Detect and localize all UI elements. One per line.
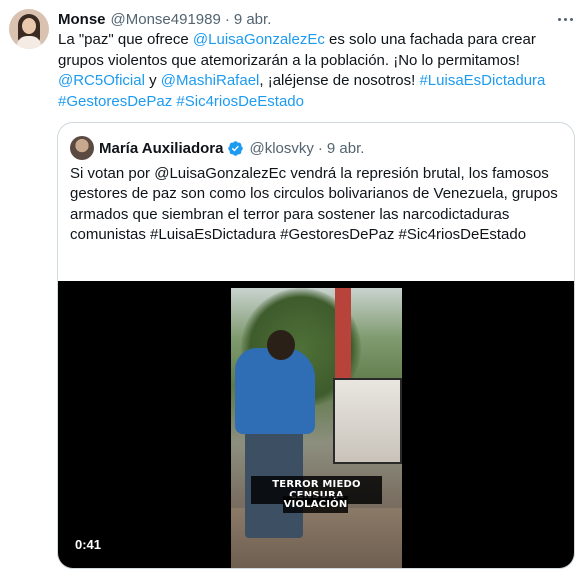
quoted-tweet-header: María Auxiliadora @klosvky · 9 abr. — [99, 137, 364, 159]
text-part: y — [144, 72, 161, 89]
author-avatar[interactable] — [9, 9, 49, 49]
hashtag-link[interactable]: #GestoresDePaz — [58, 93, 172, 110]
video-banner — [333, 378, 402, 464]
quoted-author-avatar[interactable] — [70, 136, 94, 160]
quoted-tweet-time[interactable]: 9 abr. — [327, 140, 365, 157]
quoted-author-name[interactable]: María Auxiliadora — [99, 140, 223, 157]
video-person-head — [267, 330, 295, 360]
mention-link[interactable]: @RC5Oficial — [58, 72, 145, 89]
video-player[interactable]: TERROR MIEDO CENSURA VIOLACIÓN 0:41 — [58, 281, 574, 568]
text-part: La "paz" que ofrece — [58, 31, 193, 48]
tweet-header: Monse @Monse491989 · 9 abr. — [58, 8, 271, 30]
quoted-author-handle[interactable]: @klosvky — [249, 140, 313, 157]
tweet[interactable]: Monse @Monse491989 · 9 abr. La "paz" que… — [0, 0, 587, 578]
separator-dot: · — [224, 10, 230, 28]
more-horizontal-icon[interactable] — [553, 9, 577, 29]
separator-dot: · — [317, 139, 323, 157]
text-part: , ¡aléjense de nosotros! — [259, 72, 420, 89]
hashtag-link[interactable]: #Sic4riosDeEstado — [176, 93, 304, 110]
author-name[interactable]: Monse — [58, 11, 106, 28]
verified-badge-icon — [228, 140, 244, 156]
tweet-time[interactable]: 9 abr. — [234, 11, 272, 28]
video-person-shirt — [235, 348, 315, 434]
mention-link[interactable]: @LuisaGonzalezEc — [193, 31, 325, 48]
quoted-tweet-text: Si votan por @LuisaGonzalezEc vendrá la … — [70, 165, 558, 243]
quoted-tweet[interactable]: María Auxiliadora @klosvky · 9 abr. Si v… — [57, 122, 575, 569]
author-handle[interactable]: @Monse491989 — [111, 11, 221, 28]
avatar-body — [17, 36, 41, 49]
mention-link[interactable]: @MashiRafael — [161, 72, 260, 89]
avatar-face — [22, 18, 36, 34]
hashtag-link[interactable]: #LuisaEsDictadura — [419, 72, 545, 89]
video-frame: TERROR MIEDO CENSURA VIOLACIÓN — [231, 288, 402, 568]
video-caption-line2: VIOLACIÓN — [283, 496, 348, 513]
tweet-text: La "paz" que ofrece @LuisaGonzalezEc es … — [58, 30, 578, 112]
video-duration: 0:41 — [75, 537, 102, 552]
